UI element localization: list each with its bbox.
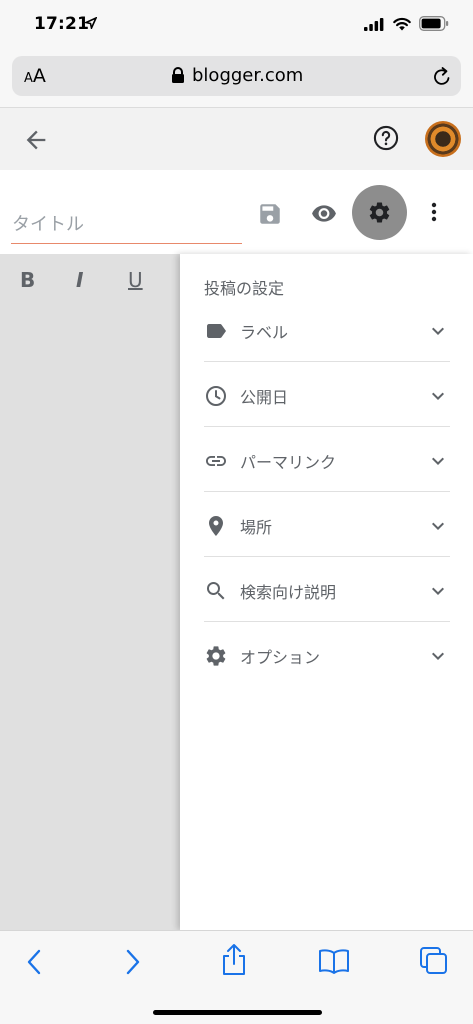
post-title-input[interactable] xyxy=(11,206,242,244)
setting-row-publish-date[interactable]: 公開日 xyxy=(204,362,450,427)
preview-eye-icon[interactable] xyxy=(311,203,337,223)
search-icon xyxy=(204,579,228,603)
bold-button[interactable]: B xyxy=(20,268,35,292)
setting-row-search-description[interactable]: 検索向け説明 xyxy=(204,557,450,622)
battery-icon xyxy=(419,16,449,31)
url-text: blogger.com xyxy=(192,65,304,86)
italic-button[interactable]: I xyxy=(76,268,83,292)
chevron-down-icon xyxy=(426,514,450,538)
setting-label: 公開日 xyxy=(240,388,289,407)
browser-toolbar: AA blogger.com xyxy=(0,50,473,108)
location-arrow-icon xyxy=(85,17,97,29)
chevron-down-icon xyxy=(426,449,450,473)
gear-icon xyxy=(369,202,390,223)
cellular-signal-icon xyxy=(364,18,384,31)
share-icon[interactable] xyxy=(220,943,248,977)
post-settings-button[interactable] xyxy=(352,185,407,240)
link-icon xyxy=(204,449,228,473)
setting-label: ラベル xyxy=(240,323,289,342)
setting-row-options[interactable]: オプション xyxy=(204,622,450,687)
editor-toolbar xyxy=(0,170,473,254)
save-icon[interactable] xyxy=(257,201,283,227)
text-size-button[interactable]: AA xyxy=(24,65,46,87)
setting-row-location[interactable]: 場所 xyxy=(204,492,450,557)
reload-icon[interactable] xyxy=(432,66,452,87)
chevron-down-icon xyxy=(426,384,450,408)
avatar[interactable] xyxy=(425,121,461,157)
browser-back-icon[interactable] xyxy=(24,947,44,977)
setting-row-permalink[interactable]: パーマリンク xyxy=(204,427,450,492)
chevron-down-icon xyxy=(426,319,450,343)
status-time: 17:21 xyxy=(34,14,90,34)
app-header xyxy=(0,108,473,170)
address-bar[interactable]: AA blogger.com xyxy=(12,56,461,96)
panel-title: 投稿の設定 xyxy=(204,279,285,298)
setting-label: パーマリンク xyxy=(240,453,337,472)
browser-forward-icon[interactable] xyxy=(123,947,143,977)
label-icon xyxy=(204,319,228,343)
editor-body: B I U xyxy=(0,254,180,930)
underline-button[interactable]: U xyxy=(128,268,143,292)
help-icon[interactable] xyxy=(372,124,400,152)
lock-icon xyxy=(171,67,185,84)
home-indicator xyxy=(153,1010,322,1015)
wifi-icon xyxy=(393,17,411,31)
chevron-down-icon xyxy=(426,579,450,603)
status-bar: 17:21 xyxy=(0,0,473,50)
tabs-icon[interactable] xyxy=(419,946,449,976)
setting-label: オプション xyxy=(240,648,321,667)
more-vert-icon[interactable] xyxy=(424,200,444,224)
setting-label: 場所 xyxy=(240,518,273,537)
setting-label: 検索向け説明 xyxy=(240,583,337,602)
gear-icon xyxy=(204,644,228,668)
back-arrow-icon[interactable] xyxy=(22,126,50,154)
location-pin-icon xyxy=(204,514,228,538)
chevron-down-icon xyxy=(426,644,450,668)
setting-row-labels[interactable]: ラベル xyxy=(204,297,450,362)
clock-icon xyxy=(204,384,228,408)
post-settings-panel: 投稿の設定 ラベル 公開日 パーマリンク 場所 検索向け説明 オプション xyxy=(180,254,473,930)
bookmarks-icon[interactable] xyxy=(318,948,350,974)
